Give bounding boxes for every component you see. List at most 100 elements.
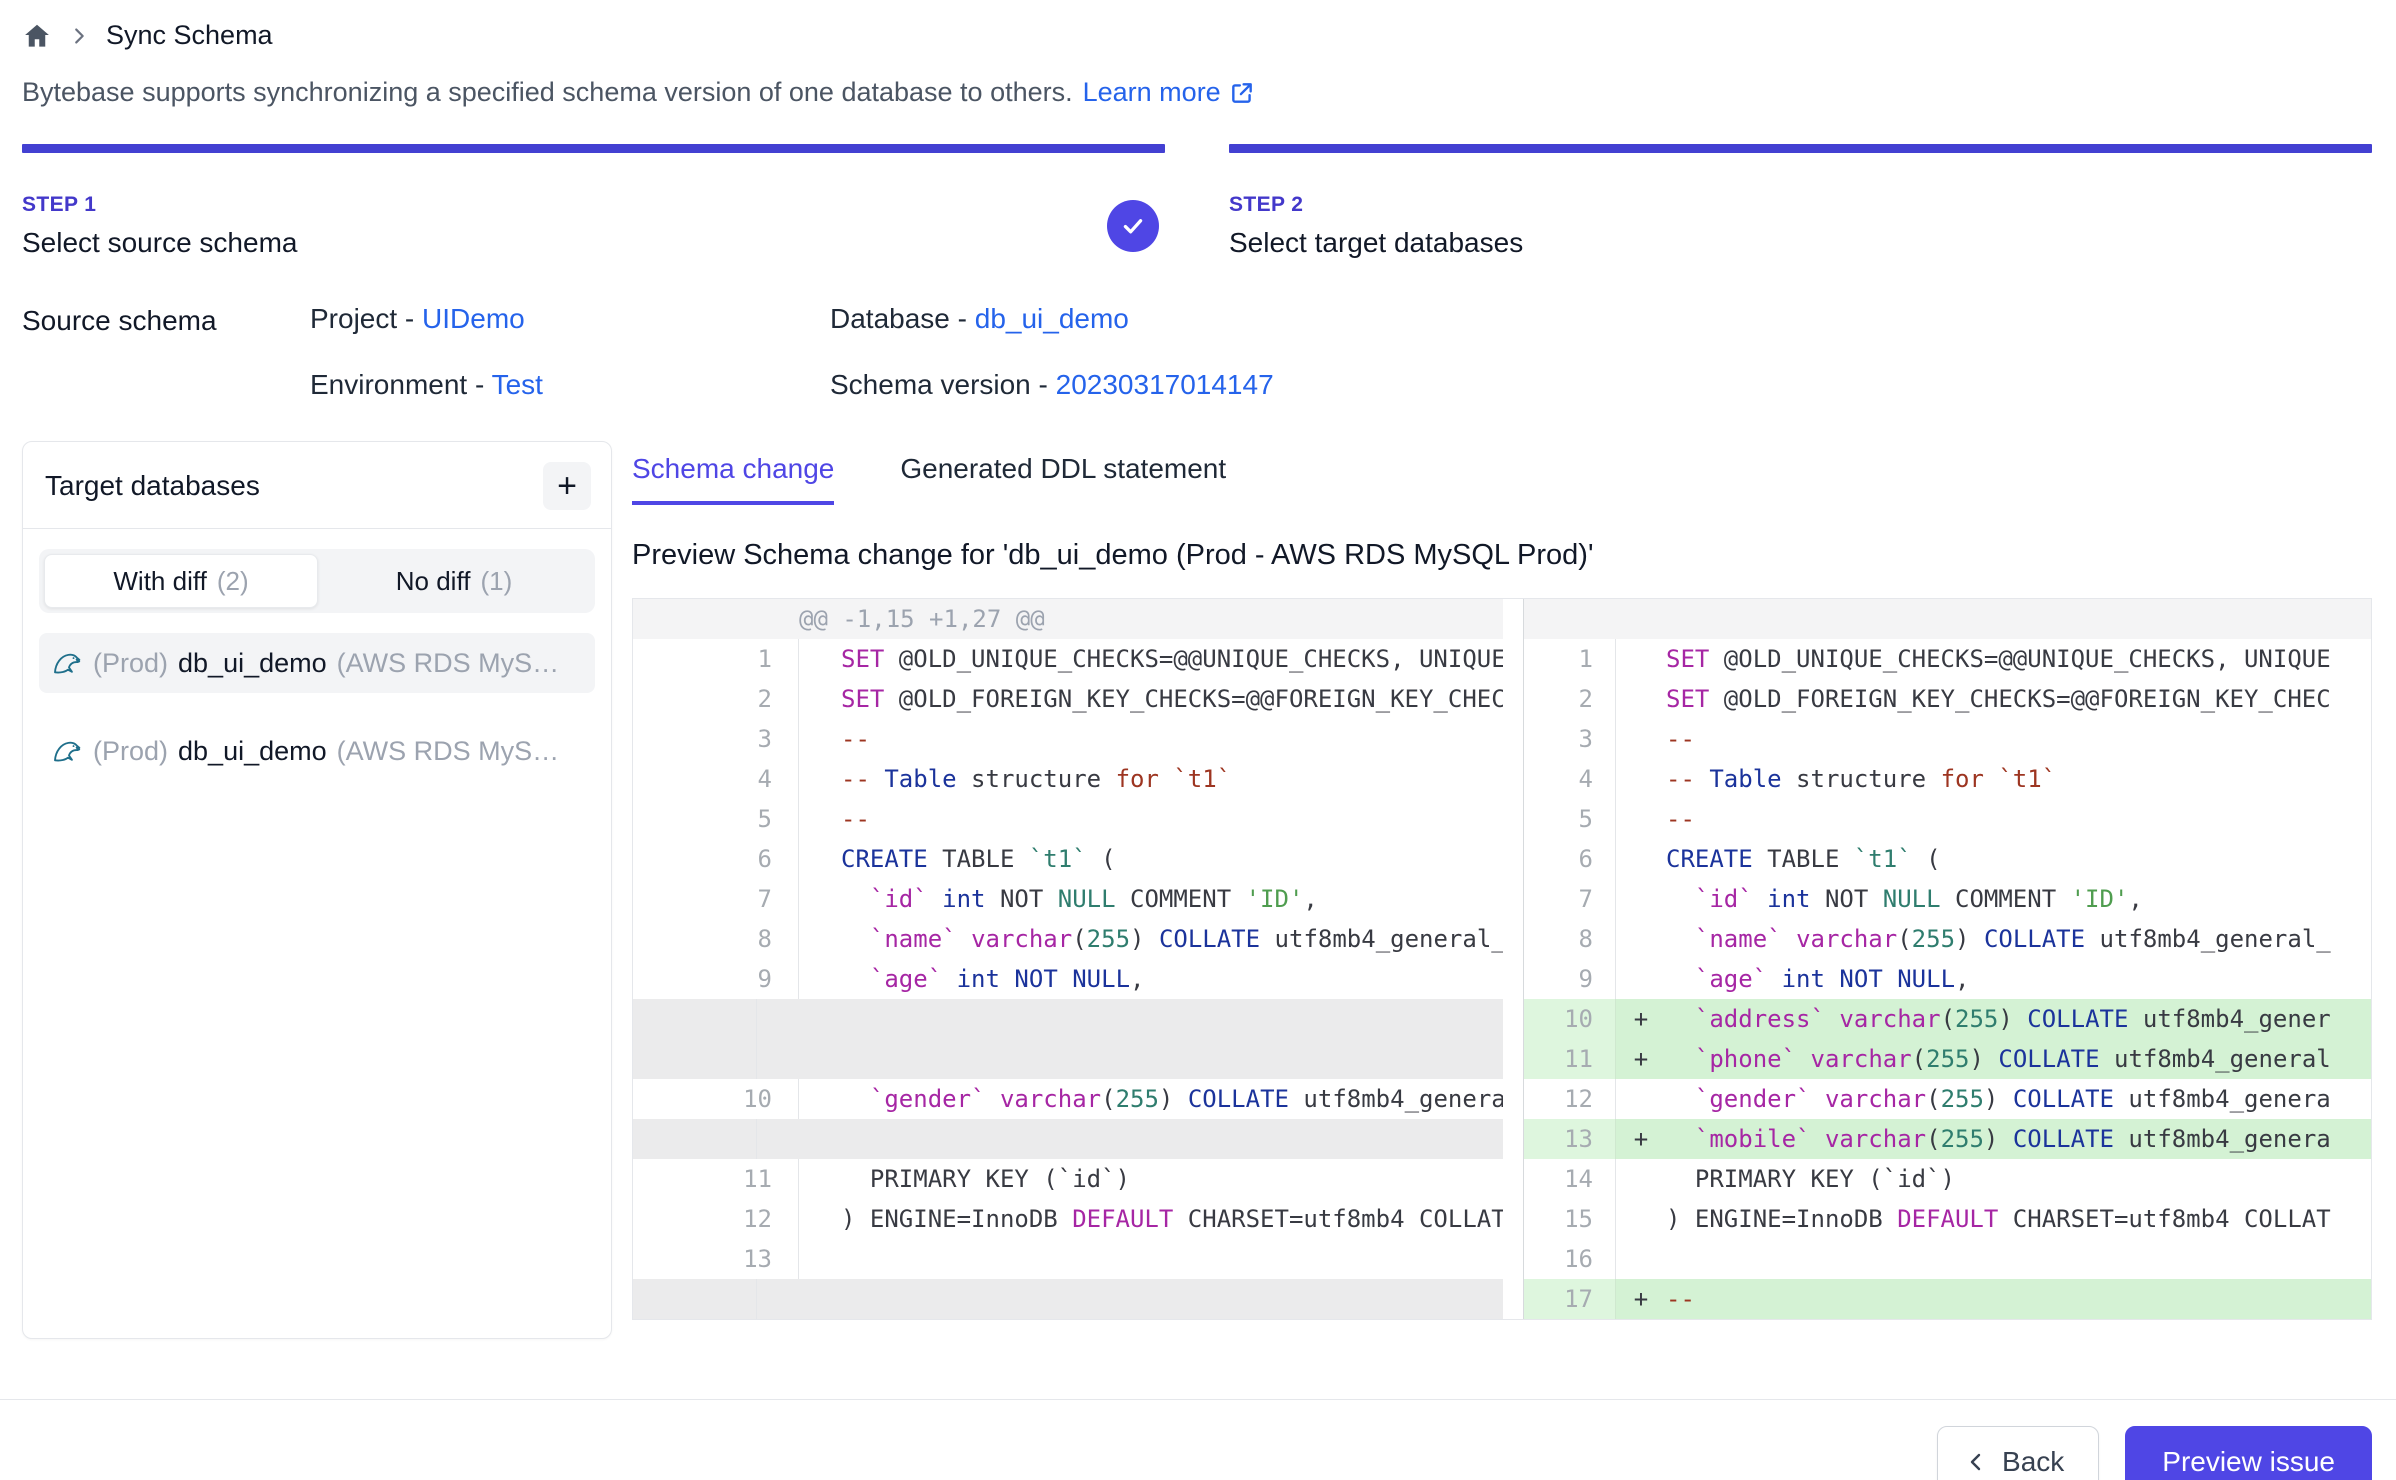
step-1-label: Select source schema (22, 227, 297, 259)
diff-row (633, 1119, 1503, 1159)
schema-version-field: Schema version - 20230317014147 (830, 369, 1274, 401)
external-link-icon (1229, 80, 1255, 106)
back-button[interactable]: Back (1937, 1426, 2099, 1480)
project-field: Project - UIDemo (310, 303, 680, 335)
schema-version-link[interactable]: 20230317014147 (1056, 369, 1274, 400)
preview-issue-button[interactable]: Preview issue (2125, 1426, 2372, 1480)
diff-row: 16 (1524, 1239, 2371, 1279)
diff-row: 17+-- (1524, 1279, 2371, 1319)
diff-row: 3-- (1524, 719, 2371, 759)
step-1: STEP 1 Select source schema (22, 144, 1165, 259)
db-name: db_ui_demo (178, 736, 327, 767)
check-icon (1119, 212, 1147, 240)
diff-pane-right: 1SET @OLD_UNIQUE_CHECKS=@@UNIQUE_CHECKS,… (1523, 599, 2371, 1319)
db-name: db_ui_demo (178, 648, 327, 679)
learn-more-label: Learn more (1083, 77, 1221, 108)
db-instance: (AWS RDS MyS… (337, 736, 560, 767)
step-1-progress-bar (22, 144, 1165, 153)
learn-more-link[interactable]: Learn more (1083, 77, 1255, 108)
intro-description: Bytebase supports synchronizing a specif… (22, 77, 1073, 108)
tab-with-diff-count: (2) (217, 566, 249, 597)
target-databases-panel: Target databases + With diff (2) No diff… (22, 441, 612, 1339)
step-1-completed-badge (1107, 200, 1159, 252)
target-database-item[interactable]: (Prod) db_ui_demo (AWS RDS MyS… (39, 721, 595, 781)
database-field: Database - db_ui_demo (830, 303, 1274, 335)
step-2-number: STEP 2 (1229, 193, 1523, 217)
db-environment: (Prod) (93, 648, 168, 679)
footer-actions: Back Preview issue (0, 1426, 2372, 1480)
db-environment: (Prod) (93, 736, 168, 767)
diff-row: 13+ `mobile` varchar(255) COLLATE utf8mb… (1524, 1119, 2371, 1159)
back-button-label: Back (2002, 1446, 2064, 1478)
diff-row: @@ -1,15 +1,27 @@ (633, 599, 1503, 639)
diff-row: 9 `age` int NOT NULL, (633, 959, 1503, 999)
chevron-right-icon (68, 25, 90, 47)
diff-row: 5-- (1524, 799, 2371, 839)
diff-row: 6CREATE TABLE `t1` ( (633, 839, 1503, 879)
intro-text: Bytebase supports synchronizing a specif… (22, 77, 2396, 108)
db-instance: (AWS RDS MyS… (337, 648, 560, 679)
tab-schema-change[interactable]: Schema change (632, 453, 834, 505)
diff-row (633, 1279, 1503, 1319)
diff-row: 15) ENGINE=InnoDB DEFAULT CHARSET=utf8mb… (1524, 1199, 2371, 1239)
target-databases-title: Target databases (45, 470, 260, 502)
target-database-list: (Prod) db_ui_demo (AWS RDS MyS… (Prod) db_u… (23, 627, 611, 787)
tab-with-diff[interactable]: With diff (2) (44, 554, 318, 608)
step-2: STEP 2 Select target databases (1229, 144, 2372, 259)
diff-row: 8 `name` varchar(255) COLLATE utf8mb4_ge… (1524, 919, 2371, 959)
diff-row: 9 `age` int NOT NULL, (1524, 959, 2371, 999)
source-schema-summary: Source schema Project - UIDemo Database … (22, 303, 2396, 401)
diff-row: 10 `gender` varchar(255) COLLATE utf8mb4… (633, 1079, 1503, 1119)
schema-diff-editor[interactable]: @@ -1,15 +1,27 @@1SET @OLD_UNIQUE_CHECKS… (632, 598, 2372, 1320)
sync-schema-page: Sync Schema Bytebase supports synchroniz… (0, 20, 2396, 1480)
chevron-left-icon (1964, 1450, 1988, 1474)
page-title: Sync Schema (106, 20, 273, 51)
preview-title: Preview Schema change for 'db_ui_demo (P… (632, 539, 2372, 572)
diff-pane-left: @@ -1,15 +1,27 @@1SET @OLD_UNIQUE_CHECKS… (633, 599, 1503, 1319)
diff-row: 7 `id` int NOT NULL COMMENT 'ID', (1524, 879, 2371, 919)
target-database-item[interactable]: (Prod) db_ui_demo (AWS RDS MyS… (39, 633, 595, 693)
step-1-number: STEP 1 (22, 193, 297, 217)
stepper: STEP 1 Select source schema STEP 2 Selec… (22, 144, 2372, 259)
diff-row: 1SET @OLD_UNIQUE_CHECKS=@@UNIQUE_CHECKS,… (633, 639, 1503, 679)
diff-row (1524, 599, 2371, 639)
diff-row (633, 999, 1503, 1039)
plus-icon: + (557, 469, 577, 503)
diff-row: 4-- Table structure for `t1` (1524, 759, 2371, 799)
mysql-icon (51, 735, 83, 767)
diff-row: 14 PRIMARY KEY (`id`) (1524, 1159, 2371, 1199)
diff-row (633, 1039, 1503, 1079)
tab-generated-ddl[interactable]: Generated DDL statement (900, 453, 1226, 505)
diff-row: 4-- Table structure for `t1` (633, 759, 1503, 799)
preview-tabs: Schema change Generated DDL statement (632, 453, 2372, 505)
diff-row: 13 (633, 1239, 1503, 1279)
environment-link[interactable]: Test (492, 369, 543, 400)
diff-row: 3-- (633, 719, 1503, 759)
environment-field: Environment - Test (310, 369, 680, 401)
step-2-progress-bar (1229, 144, 2372, 153)
diff-row: 8 `name` varchar(255) COLLATE utf8mb4_ge… (633, 919, 1503, 959)
diff-row: 10+ `address` varchar(255) COLLATE utf8m… (1524, 999, 2371, 1039)
tab-no-diff-label: No diff (396, 566, 471, 597)
preview-issue-label: Preview issue (2162, 1446, 2335, 1478)
tab-with-diff-label: With diff (113, 566, 206, 597)
diff-row: 2SET @OLD_FOREIGN_KEY_CHECKS=@@FOREIGN_K… (633, 679, 1503, 719)
project-link[interactable]: UIDemo (422, 303, 525, 334)
diff-row: 11+ `phone` varchar(255) COLLATE utf8mb4… (1524, 1039, 2371, 1079)
mysql-icon (51, 647, 83, 679)
diff-row: 12) ENGINE=InnoDB DEFAULT CHARSET=utf8mb… (633, 1199, 1503, 1239)
home-icon[interactable] (22, 21, 52, 51)
diff-row: 6CREATE TABLE `t1` ( (1524, 839, 2371, 879)
diff-row: 1SET @OLD_UNIQUE_CHECKS=@@UNIQUE_CHECKS,… (1524, 639, 2371, 679)
add-target-database-button[interactable]: + (543, 462, 591, 510)
step-2-label: Select target databases (1229, 227, 1523, 259)
diff-filter-tabs: With diff (2) No diff (1) (39, 549, 595, 613)
tab-no-diff[interactable]: No diff (1) (318, 554, 590, 608)
footer-divider (0, 1399, 2396, 1400)
breadcrumb: Sync Schema (22, 20, 2396, 51)
source-schema-label: Source schema (22, 303, 310, 401)
diff-row: 12 `gender` varchar(255) COLLATE utf8mb4… (1524, 1079, 2371, 1119)
diff-row: 7 `id` int NOT NULL COMMENT 'ID', (633, 879, 1503, 919)
database-link[interactable]: db_ui_demo (975, 303, 1129, 334)
tab-no-diff-count: (1) (480, 566, 512, 597)
